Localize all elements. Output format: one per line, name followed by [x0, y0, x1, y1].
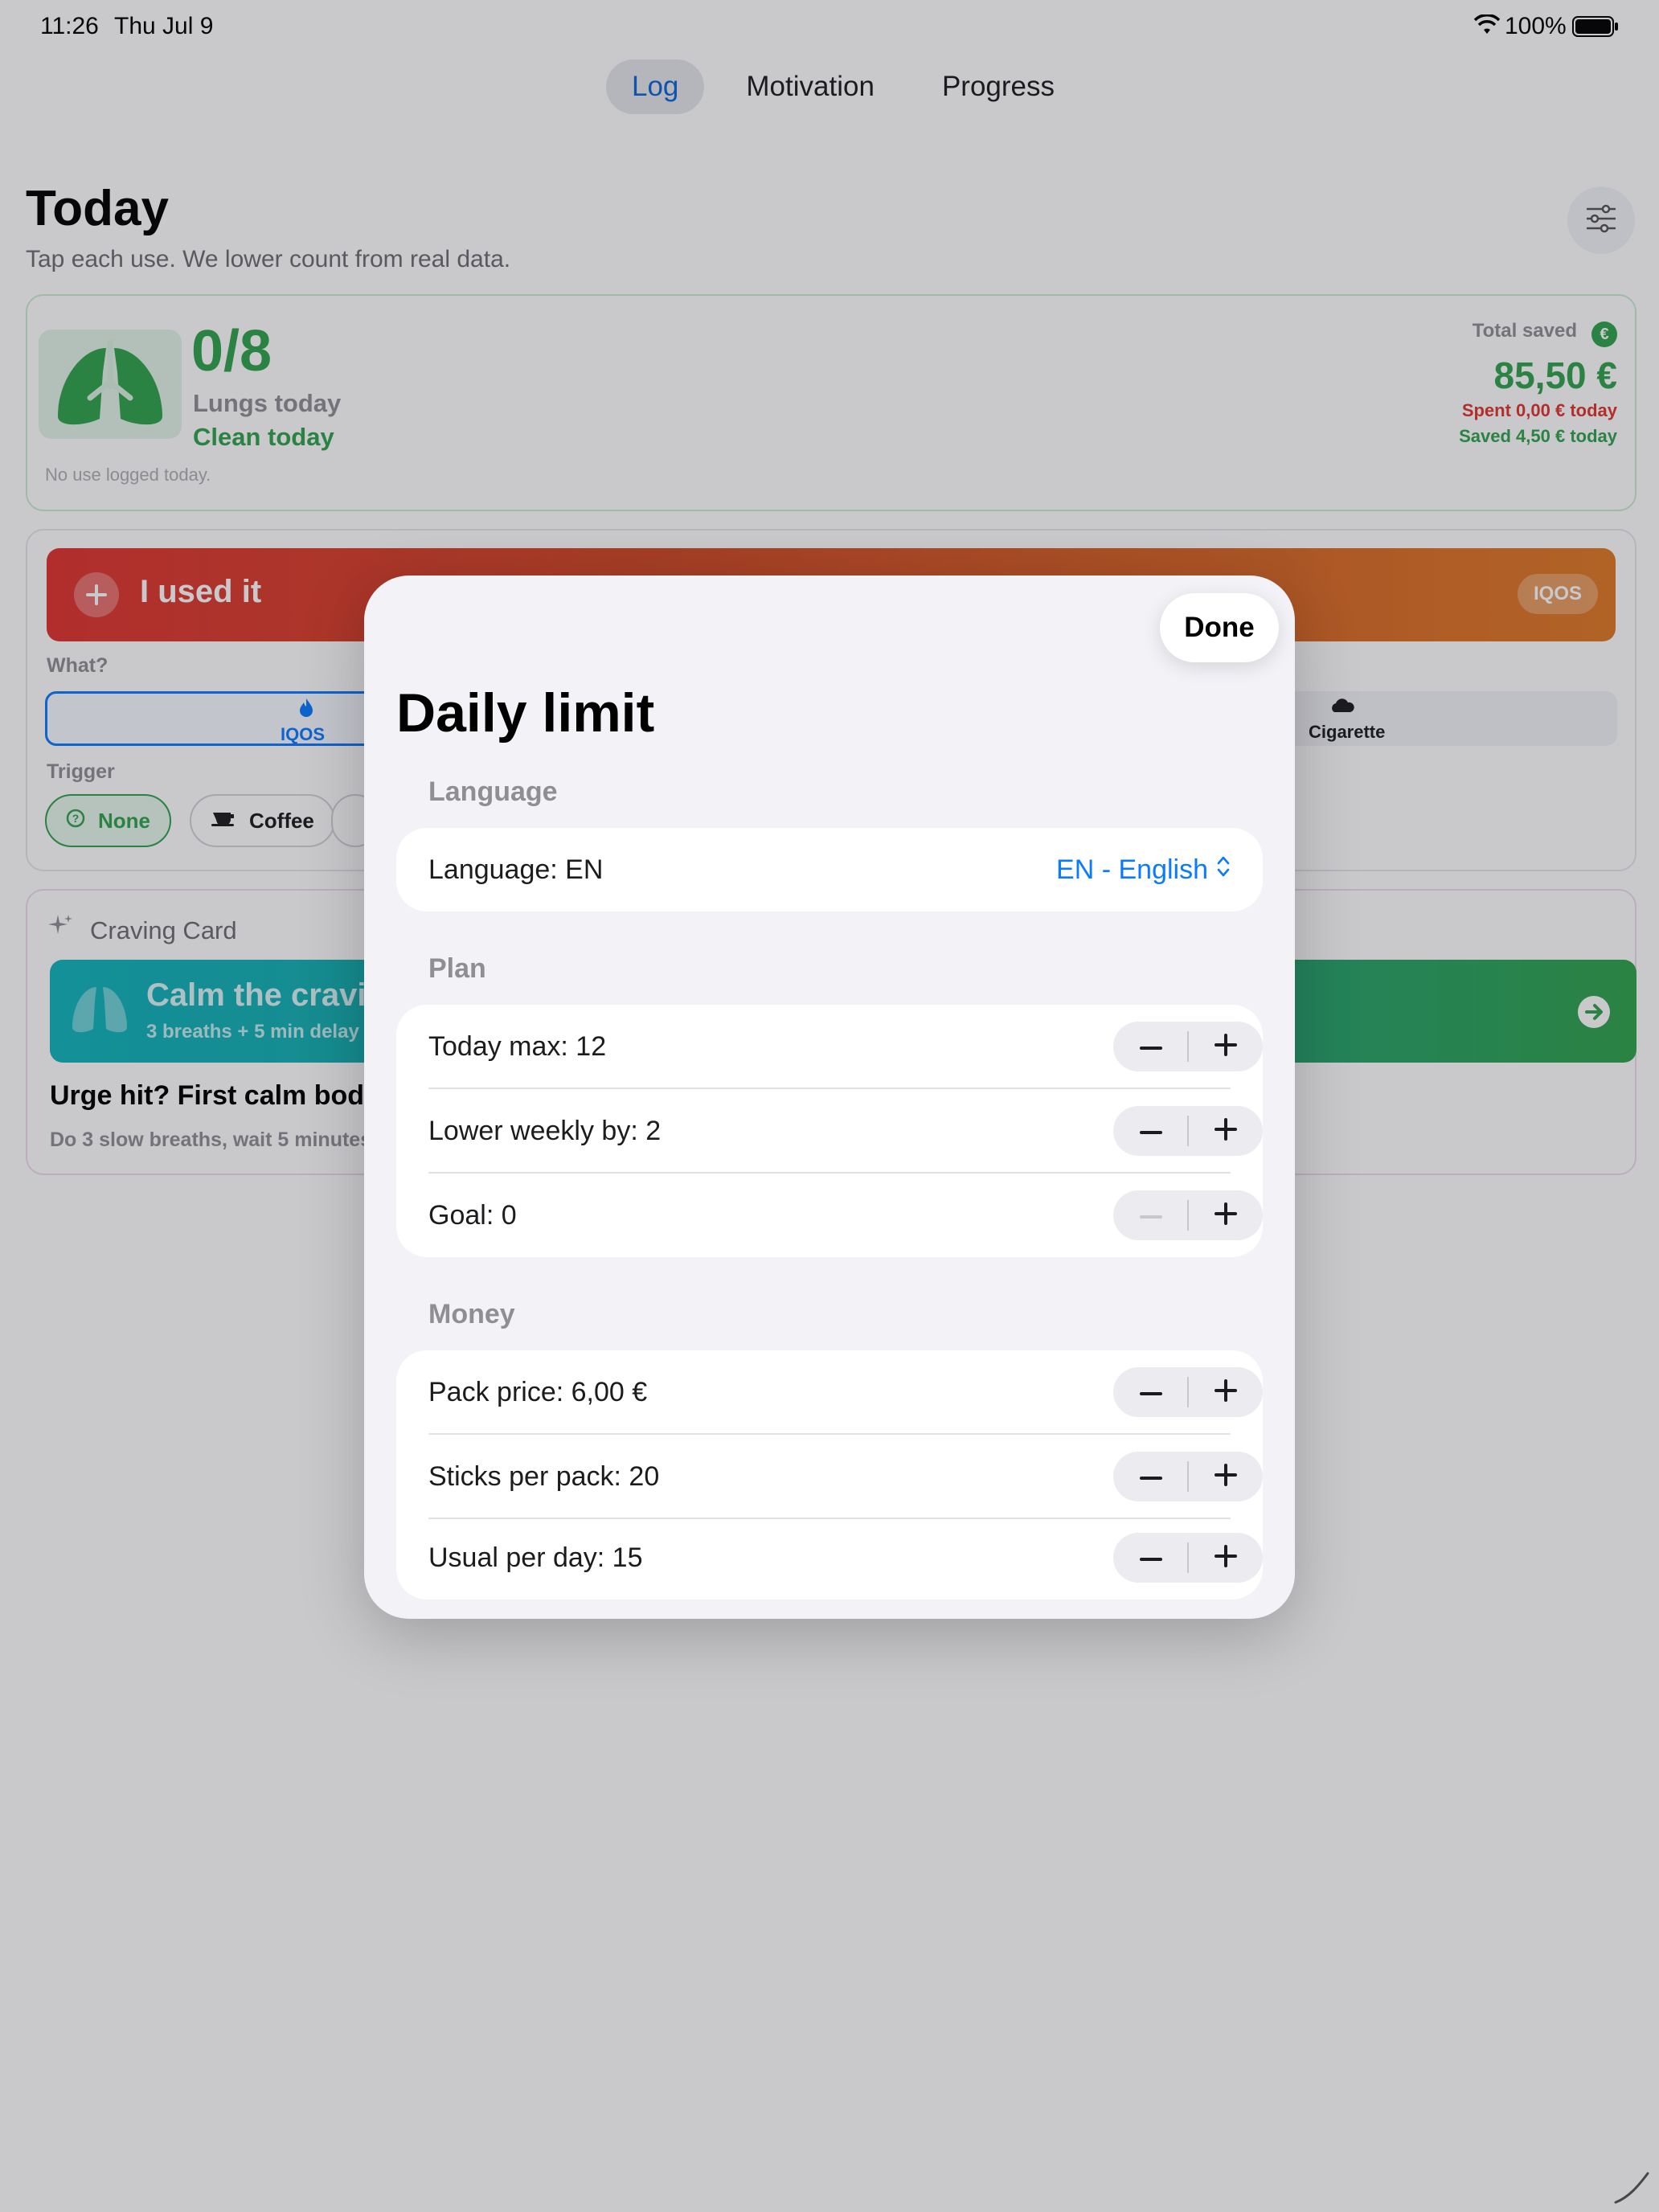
money-row-sticks-per-pack: Sticks per pack: 20 — [396, 1435, 1263, 1518]
section-language-header: Language — [428, 776, 558, 807]
money-group: Pack price: 6,00 € Sticks per pack: 20 U… — [396, 1350, 1263, 1600]
lower-weekly-stepper — [1113, 1106, 1263, 1156]
sticks-per-pack-stepper — [1113, 1452, 1263, 1501]
lower-weekly-decrement-button[interactable] — [1113, 1106, 1188, 1156]
section-plan-header: Plan — [428, 953, 486, 984]
minus-icon — [1139, 1550, 1162, 1565]
sticks-per-pack-decrement-button[interactable] — [1113, 1452, 1188, 1501]
lower-weekly-label: Lower weekly by: 2 — [428, 1116, 662, 1146]
language-label: Language: EN — [428, 854, 604, 885]
goal-decrement-button[interactable] — [1113, 1190, 1188, 1240]
usual-per-day-increment-button[interactable] — [1188, 1533, 1263, 1583]
language-picker[interactable]: EN - English — [1056, 828, 1231, 911]
language-group: Language: EN EN - English — [396, 828, 1263, 911]
plus-icon — [1214, 1033, 1237, 1060]
goal-label: Goal: 0 — [428, 1200, 517, 1231]
goal-stepper — [1113, 1190, 1263, 1240]
done-button[interactable]: Done — [1160, 593, 1279, 662]
minus-icon — [1139, 1124, 1162, 1138]
minus-icon — [1139, 1385, 1162, 1399]
today-max-label: Today max: 12 — [428, 1031, 607, 1062]
usual-per-day-stepper — [1113, 1533, 1263, 1583]
plan-row-today-max: Today max: 12 — [396, 1005, 1263, 1088]
minus-icon — [1139, 1039, 1162, 1054]
pack-price-increment-button[interactable] — [1188, 1367, 1263, 1417]
usual-per-day-label: Usual per day: 15 — [428, 1542, 643, 1573]
money-row-usual-per-day: Usual per day: 15 — [396, 1516, 1263, 1600]
pack-price-stepper — [1113, 1367, 1263, 1417]
language-row: Language: EN EN - English — [396, 828, 1263, 911]
sticks-per-pack-label: Sticks per pack: 20 — [428, 1461, 660, 1492]
plus-icon — [1214, 1378, 1237, 1406]
section-money-header: Money — [428, 1299, 515, 1329]
plan-row-goal: Goal: 0 — [396, 1174, 1263, 1257]
money-row-pack-price: Pack price: 6,00 € — [396, 1350, 1263, 1434]
plus-icon — [1214, 1117, 1237, 1145]
plus-icon — [1214, 1202, 1237, 1229]
language-picker-value: EN - English — [1056, 854, 1208, 885]
daily-limit-sheet: Done Daily limit Language Language: EN E… — [364, 576, 1295, 1619]
plus-icon — [1214, 1544, 1237, 1571]
minus-icon — [1139, 1469, 1162, 1484]
pack-price-decrement-button[interactable] — [1113, 1367, 1188, 1417]
pack-price-label: Pack price: 6,00 € — [428, 1377, 648, 1407]
today-max-increment-button[interactable] — [1188, 1022, 1263, 1071]
goal-increment-button[interactable] — [1188, 1190, 1263, 1240]
plus-icon — [1214, 1463, 1237, 1490]
sticks-per-pack-increment-button[interactable] — [1188, 1452, 1263, 1501]
today-max-stepper — [1113, 1022, 1263, 1071]
plan-row-lower-weekly: Lower weekly by: 2 — [396, 1089, 1263, 1173]
today-max-decrement-button[interactable] — [1113, 1022, 1188, 1071]
sheet-title: Daily limit — [396, 682, 655, 743]
chevron-up-down-icon — [1216, 854, 1231, 886]
plan-group: Today max: 12 Lower weekly by: 2 Goal: 0 — [396, 1005, 1263, 1257]
usual-per-day-decrement-button[interactable] — [1113, 1533, 1188, 1583]
minus-icon — [1139, 1208, 1162, 1223]
lower-weekly-increment-button[interactable] — [1188, 1106, 1263, 1156]
